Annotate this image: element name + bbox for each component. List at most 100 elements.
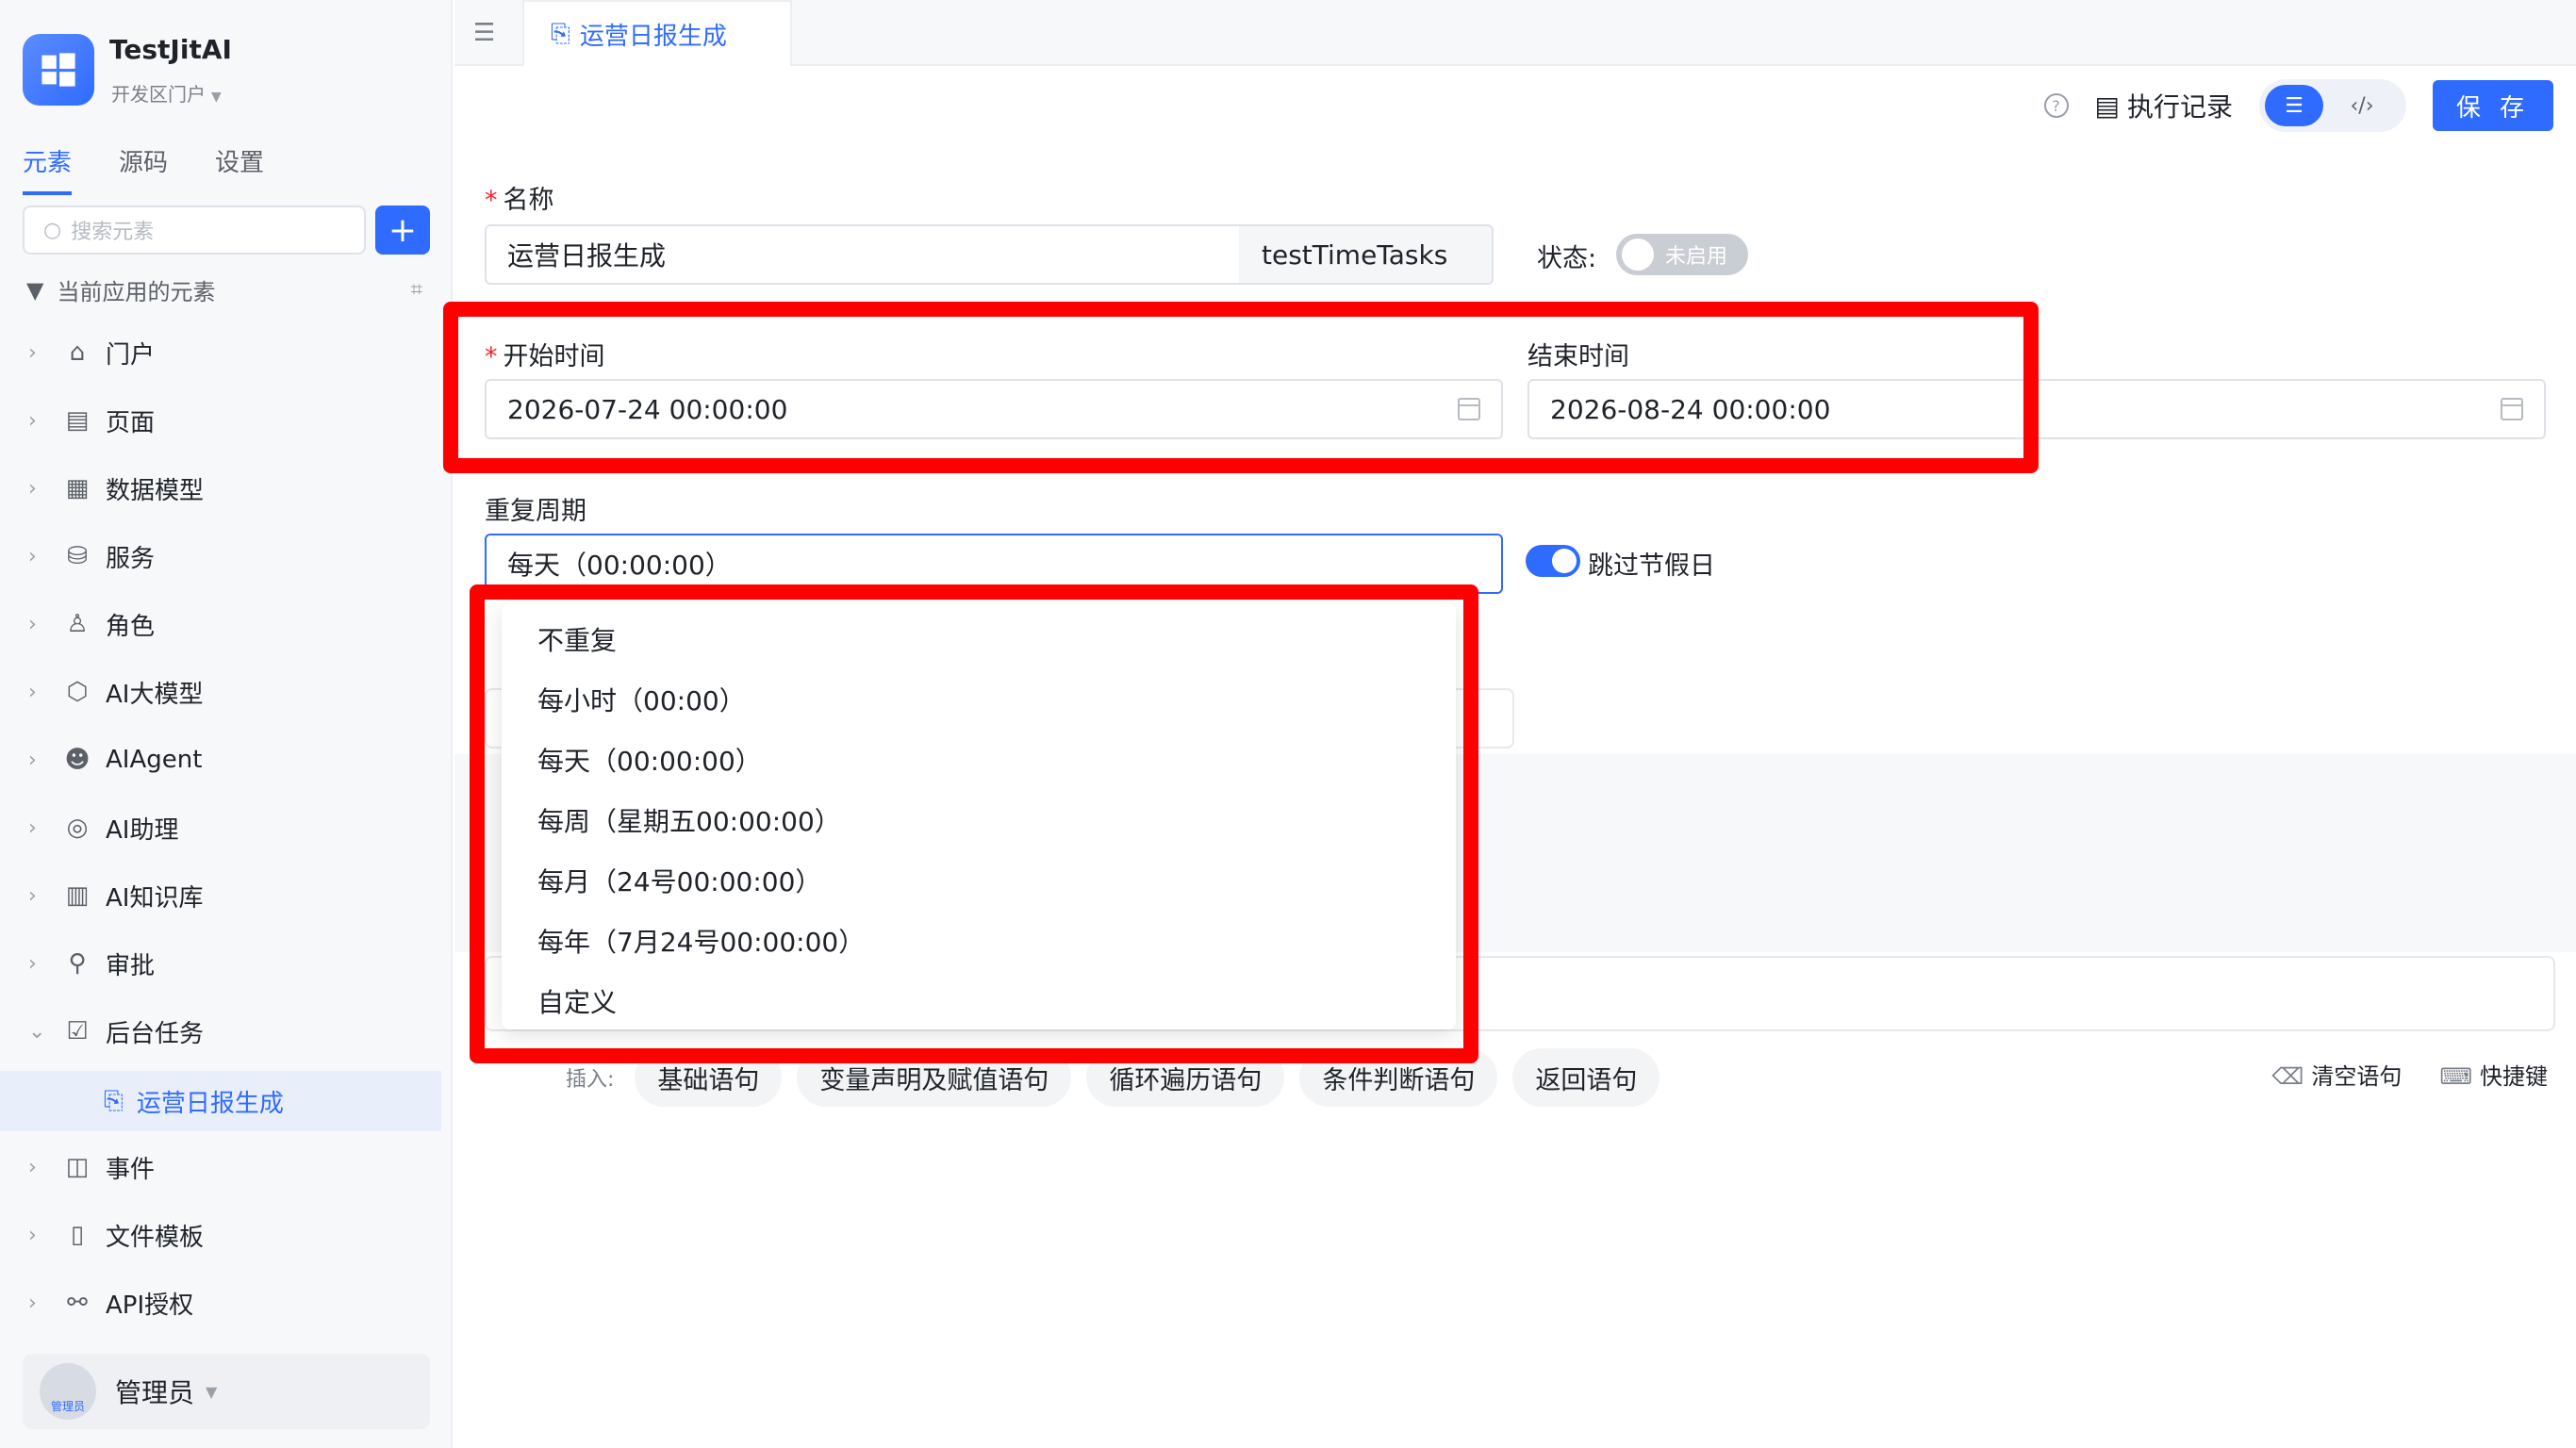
status-value: 未启用 bbox=[1665, 245, 1728, 269]
top-bar: ☰ ⎘ 运营日报生成 bbox=[454, 0, 2576, 66]
execution-log-label: 执行记录 bbox=[2126, 91, 2233, 123]
collapse-sidebar-icon[interactable]: ☰ bbox=[473, 19, 495, 47]
status-label: 状态: bbox=[1537, 244, 1597, 273]
chevron-right-icon: › bbox=[28, 883, 37, 908]
toggle-knob bbox=[1622, 239, 1654, 271]
sidebar: TestJitAI 开发区门户 ▼ 元素 源码 设置 ○ 搜索元素 + ▼ 当前应… bbox=[0, 0, 453, 1448]
sidebar-item-ai-assistant[interactable]: › ◎ AI助理 bbox=[28, 801, 443, 854]
code-view-icon[interactable]: ‹/› bbox=[2333, 85, 2391, 126]
caret-down-icon: ▼ bbox=[26, 276, 44, 304]
insert-label: 插入: bbox=[566, 1068, 615, 1092]
skip-holiday-toggle[interactable] bbox=[1526, 545, 1580, 577]
sidebar-item-label: 后台任务 bbox=[106, 1019, 205, 1048]
highlight-box-dropdown bbox=[470, 584, 1478, 1063]
execution-log-button[interactable]: ▤ 执行记录 bbox=[2095, 87, 2233, 124]
chevron-down-icon: ⌄ bbox=[28, 1019, 46, 1044]
task-file-icon: ⎘ bbox=[104, 1086, 124, 1115]
sidebar-item-label: AIAgent bbox=[106, 746, 203, 774]
calendar-icon bbox=[2501, 398, 2523, 420]
link-icon: ⚯ bbox=[67, 1289, 88, 1317]
chevron-right-icon: › bbox=[28, 408, 37, 433]
name-code-field[interactable]: testTimeTasks bbox=[1239, 224, 1494, 285]
sidebar-item-label: AI知识库 bbox=[106, 883, 204, 913]
sidebar-item-ai-knowledge[interactable]: › ▥ AI知识库 bbox=[28, 869, 443, 922]
search-placeholder: 搜索元素 bbox=[71, 221, 155, 244]
search-icon: ○ bbox=[43, 218, 62, 242]
clear-label: 清空语句 bbox=[2311, 1063, 2403, 1090]
sidebar-item-data-model[interactable]: › ▦ 数据模型 bbox=[28, 462, 443, 515]
book-icon: ▥ bbox=[65, 881, 90, 910]
sidebar-item-label: 门户 bbox=[106, 340, 156, 370]
chevron-right-icon: › bbox=[28, 951, 37, 976]
sidebar-item-api-auth[interactable]: › ⚯ API授权 bbox=[28, 1276, 443, 1329]
save-button[interactable]: 保 存 bbox=[2433, 80, 2553, 131]
help-icon[interactable]: ? bbox=[2043, 93, 2069, 118]
file-icon: ▯ bbox=[70, 1221, 85, 1249]
app-name: TestJitAI bbox=[109, 34, 232, 65]
sidebar-item-label: AI助理 bbox=[106, 815, 179, 845]
sidebar-item-label: 服务 bbox=[106, 544, 156, 573]
eraser-icon: ⌫ bbox=[2271, 1063, 2304, 1090]
sidebar-item-services[interactable]: › ⛁ 服务 bbox=[28, 530, 443, 583]
home-icon: ⌂ bbox=[69, 338, 86, 367]
user-name: 管理员 bbox=[115, 1377, 195, 1408]
user-menu[interactable]: 管理员 管理员 ▼ bbox=[23, 1354, 430, 1429]
name-code-value: testTimeTasks bbox=[1262, 239, 1448, 271]
chevron-right-icon: › bbox=[28, 815, 37, 840]
tab-source[interactable]: 源码 bbox=[119, 143, 168, 195]
tree-header[interactable]: ▼ 当前应用的元素 ⌗ bbox=[26, 273, 422, 306]
repeat-value: 每天（00:00:00） bbox=[507, 550, 732, 581]
name-value: 运营日报生成 bbox=[507, 240, 667, 272]
chevron-right-icon: › bbox=[28, 1291, 37, 1315]
sidebar-subitem-daily-report[interactable]: ⎘ 运营日报生成 bbox=[0, 1071, 441, 1131]
cube-icon: ⬡ bbox=[66, 678, 89, 706]
locate-icon[interactable]: ⌗ bbox=[411, 278, 422, 302]
settings-view-icon[interactable]: ☰ bbox=[2265, 85, 2323, 126]
tab-elements[interactable]: 元素 bbox=[23, 143, 73, 195]
chevron-right-icon: › bbox=[28, 612, 37, 636]
required-mark: * bbox=[485, 186, 498, 215]
event-icon: ◫ bbox=[65, 1153, 90, 1181]
service-icon: ⛁ bbox=[67, 542, 88, 570]
tab-daily-report[interactable]: ⎘ 运营日报生成 bbox=[522, 0, 792, 66]
sidebar-item-label: 数据模型 bbox=[106, 476, 205, 505]
sidebar-item-events[interactable]: › ◫ 事件 bbox=[28, 1141, 443, 1193]
app-logo bbox=[23, 34, 94, 106]
sidebar-item-approval[interactable]: › ⚲ 审批 bbox=[28, 937, 443, 990]
sidebar-item-label: 文件模板 bbox=[106, 1223, 205, 1252]
sidebar-item-background-tasks[interactable]: ⌄ ☑ 后台任务 bbox=[28, 1005, 443, 1058]
add-element-button[interactable]: + bbox=[375, 206, 430, 255]
repeat-label: 重复周期 bbox=[485, 497, 586, 526]
sidebar-item-label: 页面 bbox=[106, 408, 156, 437]
sidebar-item-ai-agent[interactable]: › ☻ AIAgent bbox=[28, 733, 443, 786]
view-toggle: ☰ ‹/› bbox=[2259, 79, 2406, 132]
chevron-right-icon: › bbox=[28, 340, 37, 365]
shortcut-label: 快捷键 bbox=[2480, 1063, 2548, 1090]
shortcuts-button[interactable]: ⌨ 快捷键 bbox=[2439, 1058, 2548, 1091]
role-icon: ♙ bbox=[66, 610, 89, 638]
portal-name: 开发区门户 bbox=[111, 83, 206, 106]
sidebar-item-roles[interactable]: › ♙ 角色 bbox=[28, 598, 443, 650]
keyboard-icon: ⌨ bbox=[2439, 1063, 2472, 1090]
clear-statements-button[interactable]: ⌫ 清空语句 bbox=[2271, 1058, 2402, 1091]
sidebar-item-label: 角色 bbox=[106, 612, 156, 641]
tab-settings[interactable]: 设置 bbox=[215, 143, 264, 195]
sidebar-item-file-templates[interactable]: › ▯ 文件模板 bbox=[28, 1209, 443, 1261]
table-icon: ▦ bbox=[65, 474, 90, 502]
editor-tools: ⌫ 清空语句 ⌨ 快捷键 bbox=[2271, 1058, 2548, 1091]
avatar: 管理员 bbox=[40, 1363, 96, 1420]
caret-down-icon: ▼ bbox=[211, 90, 222, 105]
sidebar-item-pages[interactable]: › ▤ 页面 bbox=[28, 394, 443, 447]
sidebar-item-portal[interactable]: › ⌂ 门户 bbox=[28, 326, 443, 379]
sidebar-item-label: 审批 bbox=[106, 951, 156, 980]
insert-return-button[interactable]: 返回语句 bbox=[1512, 1048, 1660, 1107]
name-input[interactable]: 运营日报生成 bbox=[485, 224, 1241, 285]
stamp-icon: ⚲ bbox=[68, 949, 87, 978]
search-input[interactable]: ○ 搜索元素 bbox=[23, 206, 366, 255]
assistant-icon: ◎ bbox=[66, 814, 89, 842]
chevron-right-icon: › bbox=[28, 1155, 37, 1179]
chevron-right-icon: › bbox=[28, 748, 37, 772]
portal-selector[interactable]: 开发区门户 ▼ bbox=[111, 79, 222, 107]
status-toggle[interactable]: 未启用 bbox=[1616, 234, 1748, 275]
sidebar-item-ai-model[interactable]: › ⬡ AI大模型 bbox=[28, 666, 443, 718]
